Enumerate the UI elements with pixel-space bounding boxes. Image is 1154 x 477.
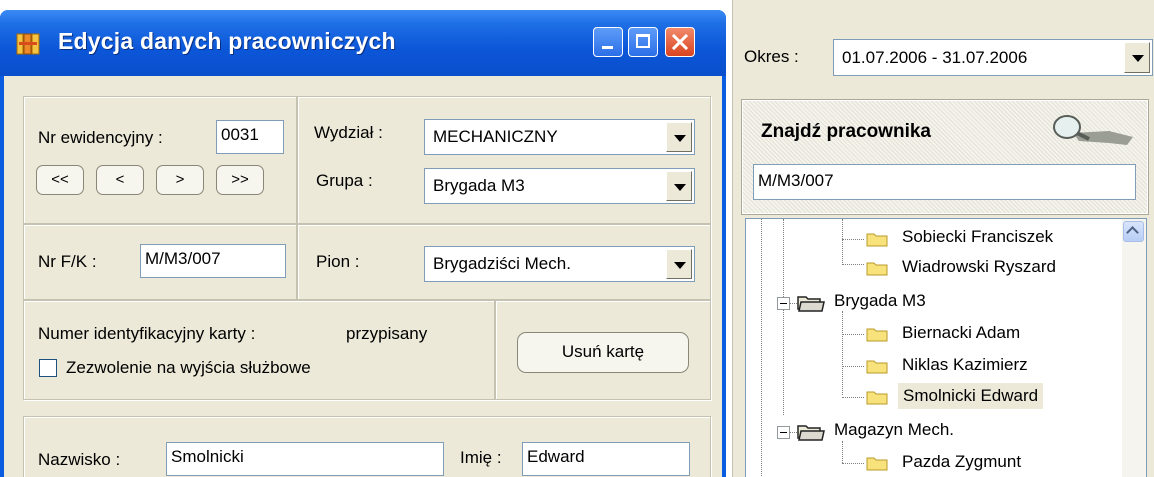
tree-item-group[interactable]: Brygada M3 — [834, 291, 926, 311]
tree-item-employee[interactable]: Biernacki Adam — [902, 323, 1020, 343]
search-panel: Znajdź pracownika M/M3/007 — [742, 100, 1148, 214]
tree-item-employee[interactable]: Sobiecki Franciszek — [902, 227, 1053, 247]
tree-scrollbar[interactable] — [1122, 219, 1146, 477]
grupa-select[interactable]: Brygada M3 — [424, 168, 695, 204]
okres-label: Okres : — [744, 47, 799, 66]
previous-record-button[interactable]: < — [96, 165, 144, 195]
nazwisko-label: Nazwisko : — [38, 450, 121, 469]
window-title: Edycja danych pracowniczych — [58, 28, 396, 54]
search-title: Znajdź pracownika — [761, 121, 931, 142]
zezwolenie-checkbox[interactable] — [39, 359, 57, 377]
folder-icon — [866, 457, 888, 471]
close-button[interactable] — [665, 27, 695, 57]
okres-value: 01.07.2006 - 31.07.2006 — [842, 48, 1028, 67]
nr-ewidencyjny-label: Nr ewidencyjny : — [38, 128, 163, 147]
usun-karte-button[interactable]: Usuń kartę — [517, 332, 689, 373]
close-icon — [671, 33, 689, 51]
tree-item-employee[interactable]: Pazda Zygmunt — [902, 452, 1021, 472]
employee-edit-window: Edycja danych pracowniczych Nr ewidencyj… — [0, 10, 726, 477]
imie-field[interactable]: Edward — [522, 442, 690, 476]
nr-fk-field[interactable]: M/M3/007 — [140, 244, 286, 278]
group-folder-icon — [797, 425, 825, 441]
dropdown-arrow-icon[interactable] — [666, 171, 692, 201]
folder-icon — [866, 360, 888, 374]
pion-label: Pion : — [316, 252, 360, 271]
tree-item-employee[interactable]: Niklas Kazimierz — [902, 355, 1028, 375]
folder-icon — [866, 328, 888, 342]
imie-label: Imię : — [460, 448, 502, 467]
nr-fk-label: Nr F/K : — [38, 252, 97, 271]
maximize-button[interactable] — [628, 27, 658, 57]
nazwisko-field[interactable]: Smolnicki — [166, 442, 444, 476]
tree-item-employee-selected[interactable]: Smolnicki Edward — [898, 383, 1044, 409]
okres-select[interactable]: 01.07.2006 - 31.07.2006 — [833, 39, 1153, 76]
zezwolenie-label[interactable]: Zezwolenie na wyjścia służbowe — [66, 358, 311, 378]
pion-value: Brygadziści Mech. — [433, 254, 571, 273]
wydzial-label: Wydział : — [314, 123, 383, 142]
tree-line — [761, 219, 762, 477]
pion-select[interactable]: Brygadziści Mech. — [424, 246, 695, 282]
tree-line — [842, 334, 864, 335]
maximize-icon — [636, 34, 650, 48]
right-panel: Okres : 01.07.2006 - 31.07.2006 Znajdź p… — [732, 0, 1154, 477]
last-record-button[interactable]: >> — [216, 165, 264, 195]
panel-divider — [732, 0, 733, 477]
wydzial-select[interactable]: MECHANICZNY — [424, 119, 695, 155]
grupa-value: Brygada M3 — [433, 176, 525, 195]
window-client-area: Nr ewidencyjny : 0031 << < > >> Wydział … — [4, 76, 722, 477]
folder-icon — [866, 262, 888, 276]
scroll-up-icon[interactable] — [1123, 221, 1144, 242]
dropdown-arrow-icon[interactable] — [666, 249, 692, 279]
folder-icon — [866, 233, 888, 247]
magnifier-icon — [1053, 115, 1133, 145]
employee-tree[interactable]: Sobiecki Franciszek Wiadrowski Ryszard B… — [745, 218, 1147, 477]
tree-line — [842, 441, 843, 463]
dropdown-arrow-icon[interactable] — [1124, 42, 1150, 73]
folder-icon — [866, 391, 888, 405]
app-icon — [16, 33, 40, 55]
minimize-icon — [602, 46, 613, 49]
collapse-button[interactable] — [777, 426, 790, 439]
tree-line — [842, 239, 864, 240]
search-input[interactable]: M/M3/007 — [753, 164, 1136, 200]
nr-ewidencyjny-field[interactable]: 0031 — [216, 120, 284, 154]
dropdown-arrow-icon[interactable] — [666, 122, 692, 152]
tree-line — [842, 397, 864, 398]
wydzial-value: MECHANICZNY — [433, 127, 558, 146]
title-bar[interactable]: Edycja danych pracowniczych — [0, 10, 726, 76]
next-record-button[interactable]: > — [156, 165, 204, 195]
tree-line — [842, 366, 864, 367]
tree-line — [842, 219, 843, 263]
tree-item-group[interactable]: Magazyn Mech. — [834, 420, 954, 440]
wydzial-grupa-group — [297, 96, 711, 224]
tree-item-employee[interactable]: Wiadrowski Ryszard — [902, 257, 1056, 277]
first-record-button[interactable]: << — [36, 165, 84, 195]
grupa-label: Grupa : — [316, 171, 373, 190]
tree-line — [842, 463, 864, 464]
minimize-button[interactable] — [593, 27, 623, 57]
group-folder-icon — [797, 296, 825, 312]
karta-status: przypisany — [346, 324, 428, 343]
tree-line — [842, 311, 843, 395]
nr-ewidencyjny-group — [23, 96, 297, 224]
karta-label: Numer identyfikacyjny karty : — [38, 324, 256, 343]
collapse-button[interactable] — [777, 297, 790, 310]
tree-line — [783, 219, 784, 415]
tree-line — [842, 264, 864, 265]
karta-group — [23, 300, 495, 400]
